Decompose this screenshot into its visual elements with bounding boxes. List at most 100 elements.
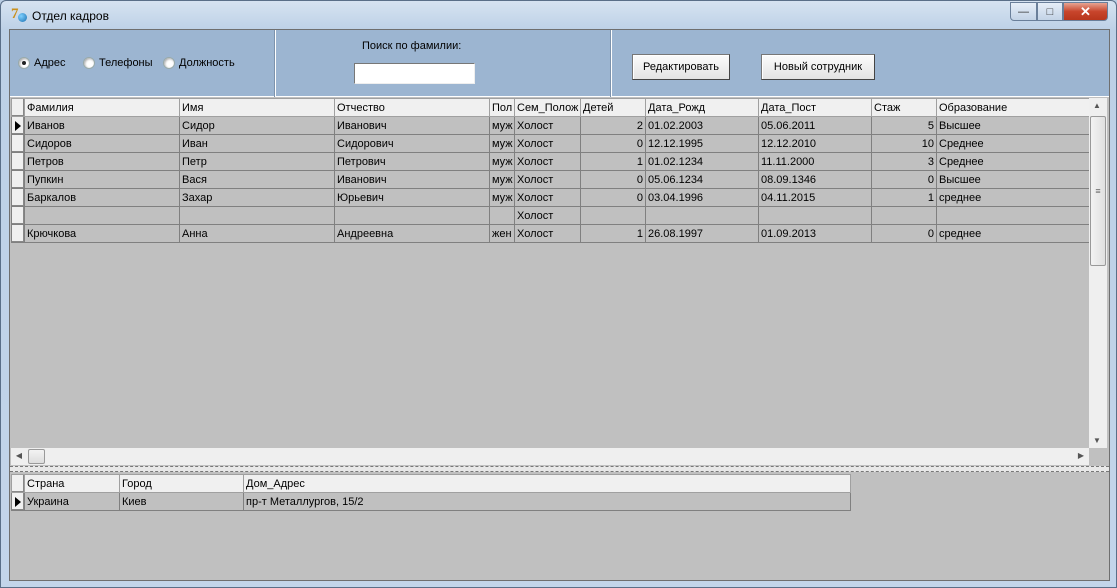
table-cell[interactable]: 05.06.1234: [645, 170, 759, 189]
table-cell[interactable]: 1: [580, 152, 646, 171]
table-cell[interactable]: 1: [871, 188, 937, 207]
table-cell[interactable]: Сидоров: [24, 134, 180, 153]
table-cell[interactable]: 03.04.1996: [645, 188, 759, 207]
table-cell[interactable]: 11.11.2000: [758, 152, 872, 171]
table-cell[interactable]: Иванович: [334, 170, 490, 189]
table-cell[interactable]: Среднее: [936, 134, 1090, 153]
row-indicator[interactable]: [11, 134, 25, 153]
new-employee-button[interactable]: Новый сотрудник: [761, 54, 875, 80]
edit-button[interactable]: Редактировать: [632, 54, 730, 80]
table-cell[interactable]: Среднее: [936, 152, 1090, 171]
row-indicator[interactable]: [11, 492, 25, 511]
scroll-thumb[interactable]: ≡: [1090, 116, 1106, 266]
scroll-up-icon[interactable]: ▲: [1089, 101, 1105, 110]
table-cell[interactable]: Холост: [514, 224, 581, 243]
column-header[interactable]: Дата_Пост: [758, 98, 872, 117]
column-header[interactable]: Образование: [936, 98, 1090, 117]
row-indicator[interactable]: [11, 116, 25, 135]
table-cell[interactable]: 5: [871, 116, 937, 135]
table-cell[interactable]: Пупкин: [24, 170, 180, 189]
table-cell[interactable]: пр-т Металлургов, 15/2: [243, 492, 851, 511]
table-cell[interactable]: [334, 206, 490, 225]
column-header[interactable]: Пол: [489, 98, 515, 117]
column-header[interactable]: Отчество: [334, 98, 490, 117]
table-cell[interactable]: 0: [580, 134, 646, 153]
table-cell[interactable]: Украина: [24, 492, 120, 511]
scroll-right-icon[interactable]: ▶: [1073, 451, 1089, 460]
scroll-down-icon[interactable]: ▼: [1089, 436, 1105, 445]
table-cell[interactable]: Анна: [179, 224, 335, 243]
employees-grid[interactable]: Фамилия Имя Отчество Пол Сем_Полож Детей Дата_…: [11, 98, 1090, 243]
maximize-button[interactable]: □: [1037, 2, 1063, 21]
column-header[interactable]: Дом_Адрес: [243, 474, 851, 493]
table-cell[interactable]: Петров: [24, 152, 180, 171]
row-indicator[interactable]: [11, 224, 25, 243]
table-cell[interactable]: 12.12.2010: [758, 134, 872, 153]
table-cell[interactable]: Баркалов: [24, 188, 180, 207]
table-cell[interactable]: 10: [871, 134, 937, 153]
table-cell[interactable]: [645, 206, 759, 225]
table-cell[interactable]: Петрович: [334, 152, 490, 171]
table-cell[interactable]: Высшее: [936, 116, 1090, 135]
table-cell[interactable]: среднее: [936, 188, 1090, 207]
table-row[interactable]: Сидоров Иван Сидорович муж Холост 0 12.12.1995…: [11, 134, 1090, 153]
close-button[interactable]: ✕: [1063, 2, 1108, 21]
table-cell[interactable]: Холост: [514, 206, 581, 225]
search-input[interactable]: [354, 63, 475, 84]
table-cell[interactable]: Иван: [179, 134, 335, 153]
table-cell[interactable]: 04.11.2015: [758, 188, 872, 207]
minimize-button[interactable]: —: [1010, 2, 1037, 21]
table-cell[interactable]: 01.09.2013: [758, 224, 872, 243]
column-header[interactable]: Страна: [24, 474, 120, 493]
table-row[interactable]: Пупкин Вася Иванович муж Холост 0 05.06.1234 08…: [11, 170, 1090, 189]
table-cell[interactable]: Сидор: [179, 116, 335, 135]
table-cell[interactable]: Холост: [514, 152, 581, 171]
table-cell[interactable]: Киев: [119, 492, 244, 511]
table-cell[interactable]: муж: [489, 134, 515, 153]
table-cell[interactable]: 0: [871, 224, 937, 243]
column-header[interactable]: Фамилия: [24, 98, 180, 117]
table-cell[interactable]: 0: [580, 188, 646, 207]
table-row[interactable]: Украина Киев пр-т Металлургов, 15/2: [11, 492, 851, 511]
table-cell[interactable]: Петр: [179, 152, 335, 171]
row-indicator[interactable]: [11, 152, 25, 171]
table-cell[interactable]: муж: [489, 188, 515, 207]
table-cell[interactable]: 01.02.1234: [645, 152, 759, 171]
table-cell[interactable]: 2: [580, 116, 646, 135]
table-cell[interactable]: Юрьевич: [334, 188, 490, 207]
column-header[interactable]: Город: [119, 474, 244, 493]
table-cell[interactable]: 0: [580, 170, 646, 189]
splitter[interactable]: [10, 466, 1109, 472]
scroll-left-icon[interactable]: ◀: [11, 451, 27, 460]
table-cell[interactable]: Холост: [514, 170, 581, 189]
table-cell[interactable]: [936, 206, 1090, 225]
table-cell[interactable]: 01.02.2003: [645, 116, 759, 135]
table-cell[interactable]: Андреевна: [334, 224, 490, 243]
row-indicator[interactable]: [11, 206, 25, 225]
table-row[interactable]: Баркалов Захар Юрьевич муж Холост 0 03.04.1996…: [11, 188, 1090, 207]
table-cell[interactable]: [871, 206, 937, 225]
table-row[interactable]: Холост: [11, 206, 1090, 225]
table-cell[interactable]: [758, 206, 872, 225]
table-row[interactable]: Крючкова Анна Андреевна жен Холост 1 26.08.199…: [11, 224, 1090, 243]
column-header[interactable]: Детей: [580, 98, 646, 117]
scroll-thumb[interactable]: [28, 449, 45, 464]
table-cell[interactable]: Высшее: [936, 170, 1090, 189]
table-cell[interactable]: [580, 206, 646, 225]
table-cell[interactable]: Крючкова: [24, 224, 180, 243]
table-cell[interactable]: 05.06.2011: [758, 116, 872, 135]
radio-position[interactable]: Должность: [163, 57, 235, 69]
table-cell[interactable]: муж: [489, 116, 515, 135]
table-cell[interactable]: Сидорович: [334, 134, 490, 153]
table-cell[interactable]: 08.09.1346: [758, 170, 872, 189]
column-header[interactable]: Дата_Рожд: [645, 98, 759, 117]
table-cell[interactable]: Иванович: [334, 116, 490, 135]
row-indicator[interactable]: [11, 188, 25, 207]
row-indicator[interactable]: [11, 170, 25, 189]
table-cell[interactable]: Иванов: [24, 116, 180, 135]
table-cell[interactable]: 12.12.1995: [645, 134, 759, 153]
table-cell[interactable]: жен: [489, 224, 515, 243]
table-cell[interactable]: Холост: [514, 188, 581, 207]
table-cell[interactable]: Вася: [179, 170, 335, 189]
table-row[interactable]: Иванов Сидор Иванович муж Холост 2 01.02.2003 0…: [11, 116, 1090, 135]
